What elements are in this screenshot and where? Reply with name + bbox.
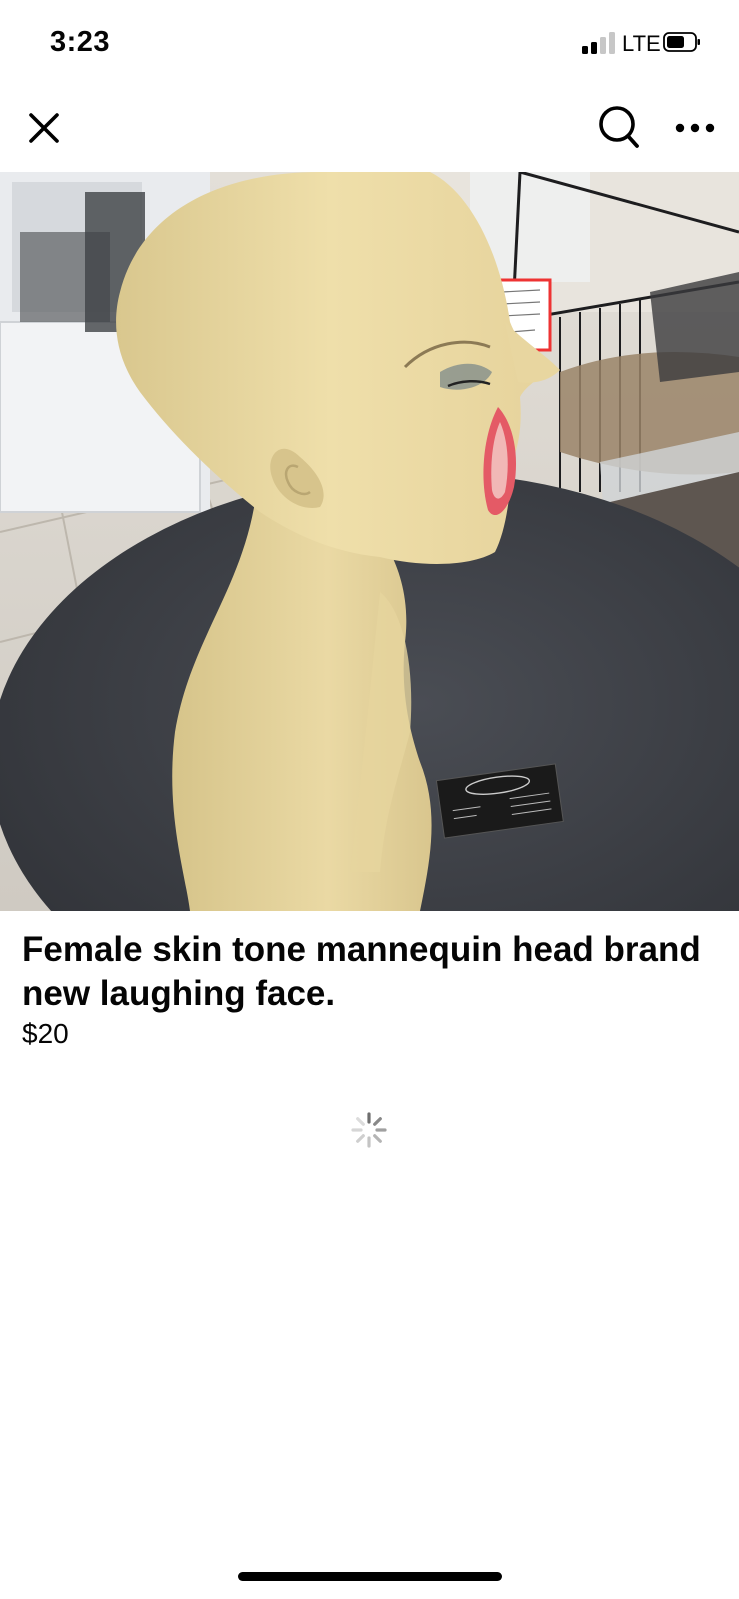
search-icon <box>599 106 639 148</box>
listing-title: Female skin tone mannequin head brand ne… <box>22 930 701 1013</box>
network-label: LTE <box>622 31 661 56</box>
more-options-button[interactable] <box>670 104 720 152</box>
home-indicator[interactable] <box>238 1572 502 1581</box>
nav-bar <box>0 92 739 172</box>
listing-price: $20 <box>22 1018 69 1049</box>
signal-icon <box>582 32 616 54</box>
status-time: 3:23 <box>50 26 111 58</box>
close-button[interactable] <box>20 104 68 152</box>
listing-photo[interactable] <box>0 172 739 911</box>
mannequin-head-photo <box>0 172 739 911</box>
more-icon <box>675 123 715 133</box>
search-button[interactable] <box>592 100 646 154</box>
battery-icon <box>663 32 700 52</box>
status-bar: 3:23 LTE <box>0 0 739 92</box>
close-icon <box>29 113 59 143</box>
spinner-icon <box>351 1112 387 1148</box>
marketplace-listing-screen: 3:23 LTE Female skin tone mannequin head… <box>0 0 739 1599</box>
